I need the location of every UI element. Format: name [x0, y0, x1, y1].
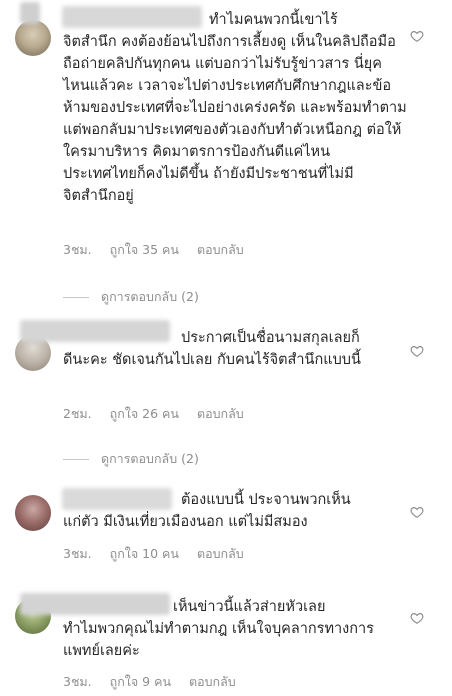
comment-first-line: ประกาศเป็นชื่อนามสกุลเลยก็ — [181, 330, 360, 346]
comment-time: 3ชม. — [63, 546, 92, 561]
reply-button[interactable]: ตอบกลับ — [189, 674, 236, 689]
comment-text: ต้องแบบนี้ ประจานพวกเห็น แก่ตัว มีเงินเท… — [63, 489, 407, 533]
like-count[interactable]: ถูกใจ 10 คน — [110, 546, 179, 561]
like-count[interactable]: ถูกใจ 9 คน — [110, 674, 171, 689]
comment-body: ดีนะคะ ชัดเจนกันไปเลย กับคนไร้จิตสำนึกแบ… — [63, 352, 361, 368]
reply-button[interactable]: ตอบกลับ — [197, 242, 244, 257]
comment-time: 3ชม. — [63, 674, 92, 689]
reply-button[interactable]: ตอบกลับ — [197, 406, 244, 421]
heart-outline-icon[interactable] — [410, 29, 424, 43]
divider-dash — [63, 459, 89, 460]
view-replies-label: ดูการตอบกลับ (2) — [101, 289, 199, 304]
like-count[interactable]: ถูกใจ 26 คน — [110, 406, 179, 421]
view-replies-button[interactable]: ดูการตอบกลับ (2) — [63, 287, 199, 307]
username-redacted — [20, 2, 40, 24]
reply-button[interactable]: ตอบกลับ — [197, 546, 244, 561]
comment-text: ทำไมคนพวกนี้เขาไร้ จิตสำนึก คงต้องย้อนไป… — [63, 9, 407, 207]
view-replies-button[interactable]: ดูการตอบกลับ (2) — [63, 449, 199, 469]
heart-outline-icon[interactable] — [410, 344, 424, 358]
avatar[interactable] — [15, 20, 51, 56]
comment-meta: 3ชม. ถูกใจ 35 คน ตอบกลับ — [63, 240, 258, 260]
like-count[interactable]: ถูกใจ 35 คน — [110, 242, 179, 257]
comment-text: ประกาศเป็นชื่อนามสกุลเลยก็ ดีนะคะ ชัดเจน… — [63, 327, 407, 371]
comment-body: ทำไมพวกคุณไม่ทำตามกฎ เห็นใจบุคลากรทางการ… — [63, 621, 374, 659]
comment-time: 2ชม. — [63, 406, 92, 421]
comment-meta: 3ชม. ถูกใจ 10 คน ตอบกลับ — [63, 544, 258, 564]
comment-meta: 3ชม. ถูกใจ 9 คน ตอบกลับ — [63, 672, 250, 692]
view-replies-label: ดูการตอบกลับ (2) — [101, 451, 199, 466]
comment-time: 3ชม. — [63, 242, 92, 257]
heart-outline-icon[interactable] — [410, 505, 424, 519]
comment-text: เห็นข่าวนี้แล้วส่ายหัวเลย ทำไมพวกคุณไม่ท… — [63, 596, 407, 662]
comment-body: แก่ตัว มีเงินเที่ยวเมืองนอก แต่ไม่มีสมอง — [63, 514, 308, 530]
heart-outline-icon[interactable] — [410, 611, 424, 625]
divider-dash — [63, 297, 89, 298]
avatar[interactable] — [15, 495, 51, 531]
comment-first-line: ทำไมคนพวกนี้เขาไร้ — [209, 12, 338, 28]
comment-first-line: เห็นข่าวนี้แล้วส่ายหัวเลย — [173, 599, 326, 615]
comment-first-line: ต้องแบบนี้ ประจานพวกเห็น — [181, 492, 351, 508]
comment-body: จิตสำนึก คงต้องย้อนไปถึงการเลี้ยงดู เห็น… — [63, 34, 407, 204]
comment-meta: 2ชม. ถูกใจ 26 คน ตอบกลับ — [63, 404, 258, 424]
